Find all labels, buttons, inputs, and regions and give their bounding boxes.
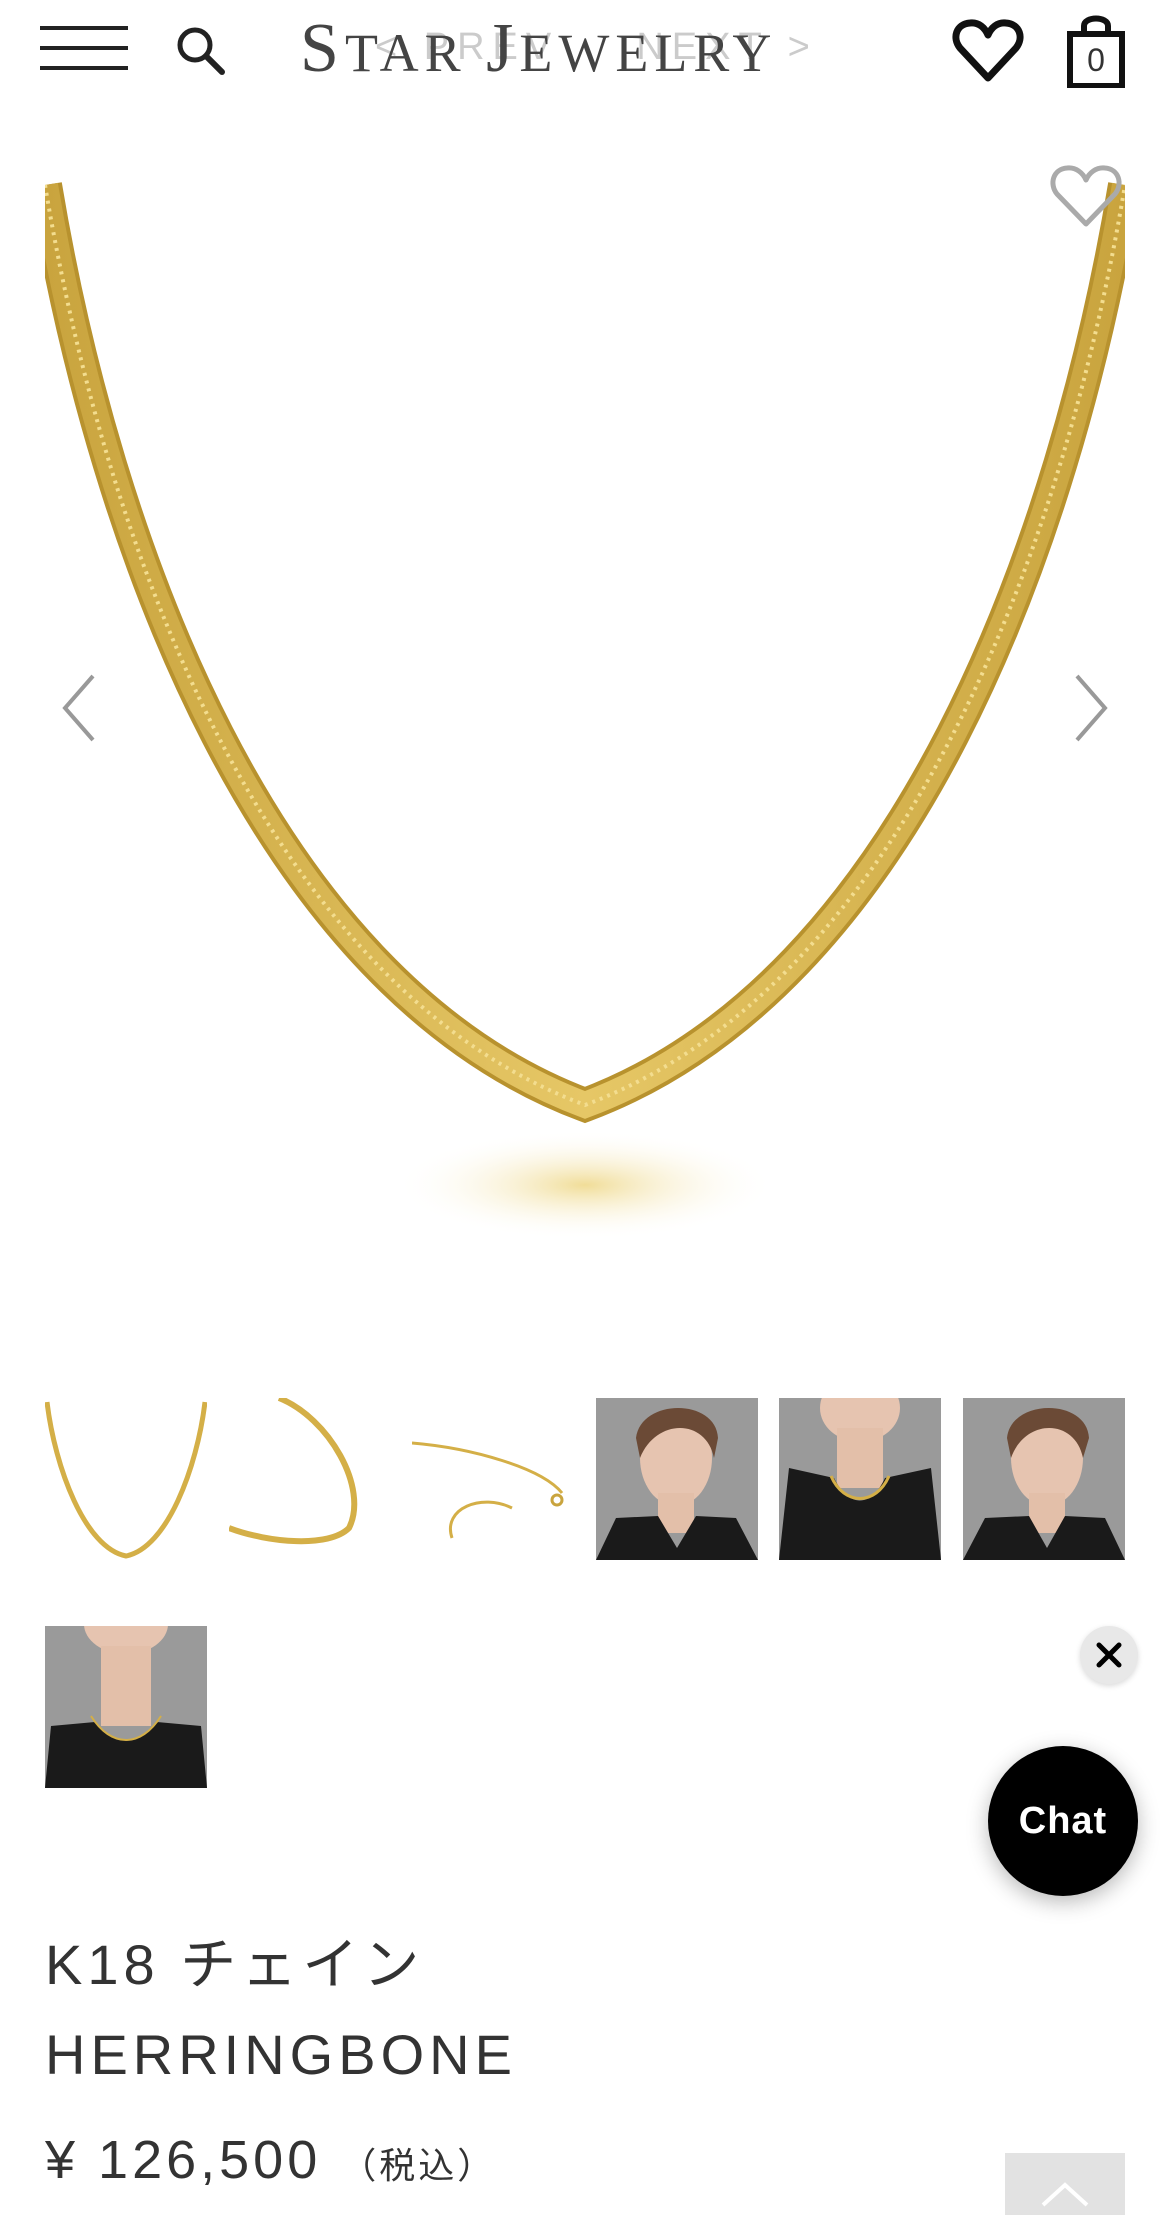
shopping-bag-icon[interactable]: 0 [1066,12,1126,88]
favorite-heart-icon[interactable] [1048,162,1124,232]
menu-icon[interactable] [40,20,130,75]
product-price: ¥ 126,500 [45,2130,322,2190]
chat-button[interactable]: Chat [988,1746,1138,1896]
thumbnail-model-right[interactable] [963,1398,1125,1560]
chat-close-icon[interactable] [1080,1626,1138,1684]
thumbnail-model-left[interactable] [596,1398,758,1560]
product-title: K18 チェイン HERRINGBONE [45,1920,945,2100]
thumbnail-model-front[interactable] [779,1398,941,1560]
product-main-image[interactable] [28,165,1142,1265]
search-icon[interactable] [170,20,230,80]
next-image-chevron-icon[interactable] [1065,668,1115,748]
thumbnail-necklace-front[interactable] [45,1398,207,1560]
cart-count: 0 [1087,42,1105,78]
site-header: < PREV NEXT > STAR JEWELRY 0 [0,0,1170,110]
thumbnail-necklace-side[interactable] [229,1398,391,1560]
scroll-to-top-button[interactable] [1005,2153,1125,2215]
heart-icon[interactable] [952,18,1024,84]
site-logo[interactable]: STAR JEWELRY [300,4,880,94]
product-name-line1: K18 チェイン [45,1932,425,1996]
product-price-row: ¥ 126,500 （税込） [45,2120,745,2206]
previous-image-chevron-icon[interactable] [55,668,105,748]
thumbnail-necklace-clasp[interactable] [412,1398,574,1560]
thumbnail-model-closeup[interactable] [45,1626,207,1788]
tax-label: （税込） [340,2145,497,2186]
product-name-line2: HERRINGBONE [45,2022,517,2086]
